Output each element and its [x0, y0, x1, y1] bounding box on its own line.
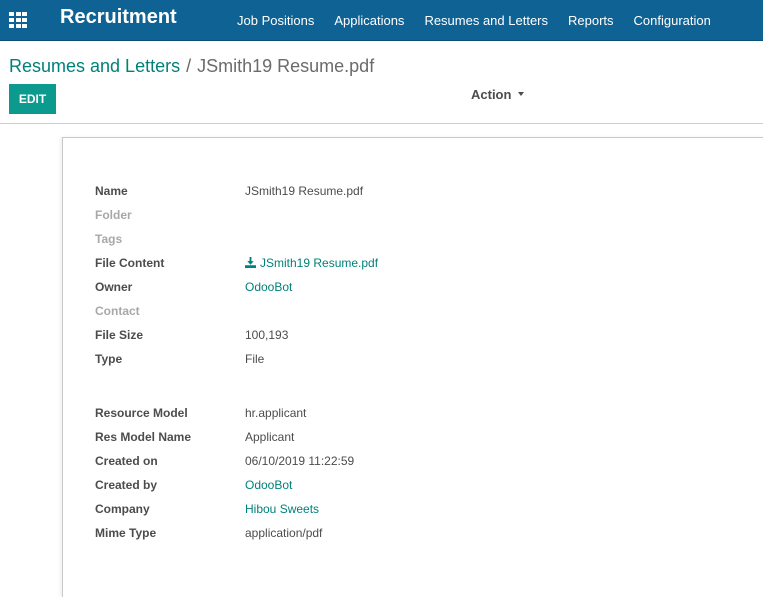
- action-dropdown[interactable]: Action: [471, 87, 525, 102]
- caret-down-icon: [518, 91, 525, 96]
- owner-link[interactable]: OdooBot: [245, 280, 292, 294]
- form-view: Name JSmith19 Resume.pdf Folder Tags Fil…: [0, 125, 763, 597]
- field-value: Applicant: [245, 430, 295, 444]
- field-label: Company: [95, 502, 150, 516]
- field-type: Type File: [95, 352, 595, 376]
- field-label: Folder: [95, 208, 132, 222]
- menu-resumes-and-letters[interactable]: Resumes and Letters: [414, 13, 558, 28]
- breadcrumb-separator: /: [186, 56, 192, 76]
- menu-applications[interactable]: Applications: [324, 13, 414, 28]
- file-download-link[interactable]: JSmith19 Resume.pdf: [245, 256, 378, 270]
- field-res-model-name: Res Model Name Applicant: [95, 430, 595, 454]
- field-label: File Content: [95, 256, 165, 270]
- field-label: Mime Type: [95, 526, 157, 540]
- field-created-on: Created on 06/10/2019 11:22:59: [95, 454, 595, 478]
- field-folder: Folder: [95, 208, 595, 232]
- field-label: Tags: [95, 232, 123, 246]
- file-content-value: JSmith19 Resume.pdf: [260, 256, 379, 270]
- breadcrumb-parent-link[interactable]: Resumes and Letters: [9, 56, 180, 76]
- apps-grid-icon[interactable]: [9, 12, 27, 28]
- field-value: 100,193: [245, 328, 289, 342]
- menu-configuration[interactable]: Configuration: [624, 13, 721, 28]
- field-tags: Tags: [95, 232, 595, 256]
- control-panel: Resumes and Letters / JSmith19 Resume.pdf …: [0, 41, 763, 124]
- created-by-link[interactable]: OdooBot: [245, 478, 292, 492]
- field-value: hr.applicant: [245, 406, 307, 420]
- field-label: Created on: [95, 454, 158, 468]
- field-name: Name JSmith19 Resume.pdf: [95, 184, 595, 208]
- field-value: JSmith19 Resume.pdf: [245, 184, 364, 198]
- edit-button[interactable]: EDIT: [9, 84, 56, 114]
- menu-job-positions[interactable]: Job Positions: [227, 13, 324, 28]
- field-value: application/pdf: [245, 526, 323, 540]
- field-value: 06/10/2019 11:22:59: [245, 454, 355, 468]
- action-label: Action: [471, 87, 512, 102]
- breadcrumb-current: JSmith19 Resume.pdf: [197, 56, 375, 76]
- field-file-content: File Content JSmith19 Resume.pdf: [95, 256, 595, 280]
- field-mime-type: Mime Type application/pdf: [95, 526, 595, 550]
- download-icon: [245, 257, 256, 268]
- field-file-size: File Size 100,193: [95, 328, 595, 352]
- menu-reports[interactable]: Reports: [558, 13, 624, 28]
- field-label: Res Model Name: [95, 430, 192, 444]
- field-label: Resource Model: [95, 406, 188, 420]
- field-contact: Contact: [95, 304, 595, 328]
- field-company: Company Hibou Sweets: [95, 502, 595, 526]
- main-menu: Job Positions Applications Resumes and L…: [227, 0, 721, 40]
- field-label: Contact: [95, 304, 140, 318]
- form-sheet: Name JSmith19 Resume.pdf Folder Tags Fil…: [62, 137, 763, 597]
- field-label: Type: [95, 352, 123, 366]
- field-resource-model: Resource Model hr.applicant: [95, 406, 595, 430]
- field-label: Name: [95, 184, 128, 198]
- top-navbar: Recruitment Job Positions Applications R…: [0, 0, 763, 41]
- field-value: File: [245, 352, 265, 366]
- breadcrumb: Resumes and Letters / JSmith19 Resume.pdf: [9, 56, 374, 77]
- field-label: Owner: [95, 280, 133, 294]
- company-link[interactable]: Hibou Sweets: [245, 502, 319, 516]
- app-title: Recruitment: [60, 6, 177, 28]
- field-label: Created by: [95, 478, 158, 492]
- field-label: File Size: [95, 328, 144, 342]
- form-fields: Name JSmith19 Resume.pdf Folder Tags Fil…: [95, 184, 595, 550]
- field-created-by: Created by OdooBot: [95, 478, 595, 502]
- field-owner: Owner OdooBot: [95, 280, 595, 304]
